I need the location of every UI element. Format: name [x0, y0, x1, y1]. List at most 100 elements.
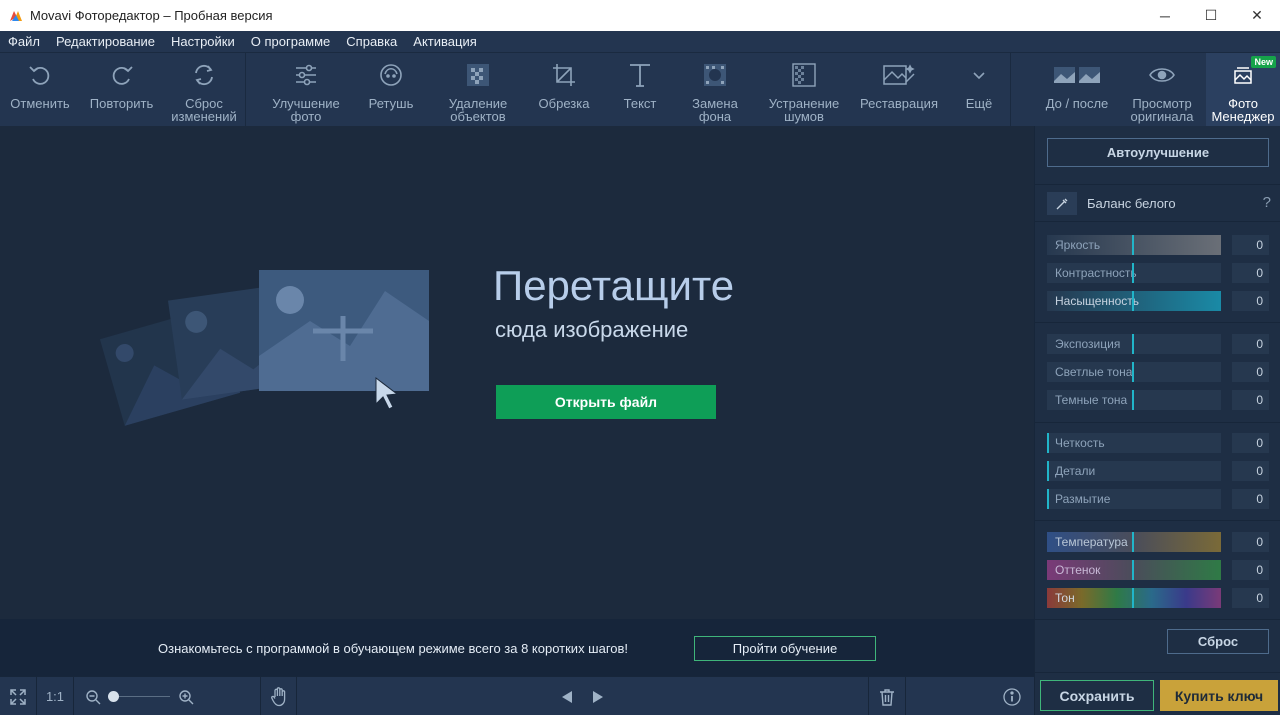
redo-label: Повторить — [89, 96, 154, 111]
eyedropper-icon — [1056, 198, 1068, 209]
menu-file[interactable]: Файл — [0, 31, 48, 52]
fit-screen-icon — [10, 688, 26, 705]
reset-changes-button[interactable]: Сброс изменений — [163, 53, 245, 127]
restore-button[interactable]: Реставрация — [852, 53, 946, 127]
contrast-value[interactable]: 0 — [1232, 263, 1269, 283]
highlights-label: Светлые тона — [1055, 365, 1133, 379]
retouch-face-icon — [380, 64, 402, 86]
zoom-out-button[interactable] — [82, 677, 104, 715]
brightness-value[interactable]: 0 — [1232, 235, 1269, 255]
saturation-value[interactable]: 0 — [1232, 291, 1269, 311]
details-value[interactable]: 0 — [1232, 461, 1269, 481]
blur-value[interactable]: 0 — [1232, 489, 1269, 509]
more-button[interactable]: Ещё — [950, 53, 1008, 127]
brightness-label: Яркость — [1055, 238, 1101, 252]
reset-button[interactable]: Сброс — [1167, 629, 1269, 654]
sliders-icon — [296, 64, 316, 86]
saturation-slider[interactable]: Насыщенность — [1047, 291, 1221, 311]
exposure-slider[interactable]: Экспозиция — [1047, 334, 1221, 354]
zoom-slider-track[interactable] — [113, 696, 170, 697]
auto-enhance-button[interactable]: Автоулучшение — [1047, 138, 1269, 167]
temperature-value[interactable]: 0 — [1232, 532, 1269, 552]
fit-screen-button[interactable] — [0, 677, 36, 715]
buy-key-button[interactable]: Купить ключ — [1160, 680, 1278, 711]
photo-manager-button[interactable]: New Фото Менеджер — [1206, 53, 1280, 127]
hue-label: Тон — [1055, 591, 1075, 605]
hand-tool-button[interactable] — [262, 677, 296, 715]
replace-background-icon — [704, 64, 726, 86]
help-icon[interactable]: ? — [1263, 194, 1271, 211]
triangle-left-icon — [562, 690, 572, 703]
menu-about[interactable]: О программе — [243, 31, 339, 52]
close-button[interactable]: ✕ — [1234, 0, 1280, 31]
zoom-in-button[interactable] — [175, 677, 197, 715]
exposure-label: Экспозиция — [1055, 337, 1121, 351]
open-file-button[interactable]: Открыть файл — [496, 385, 716, 419]
minimize-button[interactable]: ─ — [1142, 0, 1188, 31]
temperature-slider[interactable]: Температура — [1047, 532, 1221, 552]
clarity-label: Четкость — [1055, 436, 1105, 450]
crop-label: Обрезка — [538, 96, 590, 111]
delete-button[interactable] — [869, 677, 905, 715]
menu-help[interactable]: Справка — [338, 31, 405, 52]
redo-button[interactable]: Повторить — [80, 53, 163, 127]
title-bar: Movavi Фоторедактор – Пробная версия ─ ☐… — [0, 0, 1280, 31]
tutorial-text: Ознакомьтесь с программой в обучающем ре… — [158, 641, 629, 656]
clarity-value[interactable]: 0 — [1232, 433, 1269, 453]
save-button[interactable]: Сохранить — [1040, 680, 1154, 711]
highlights-value[interactable]: 0 — [1232, 362, 1269, 382]
shadows-value[interactable]: 0 — [1232, 390, 1269, 410]
replace-background-button[interactable]: Замена фона — [676, 53, 754, 127]
brightness-slider[interactable]: Яркость — [1047, 235, 1221, 255]
info-button[interactable] — [996, 677, 1028, 715]
before-after-button[interactable]: До / после — [1036, 53, 1118, 127]
hue-value[interactable]: 0 — [1232, 588, 1269, 608]
menu-edit[interactable]: Редактирование — [48, 31, 163, 52]
undo-button[interactable]: Отменить — [0, 53, 80, 127]
previous-image-button[interactable] — [556, 677, 578, 715]
enhance-photo-label: Улучшение фото — [272, 96, 340, 124]
remove-objects-button[interactable]: Удаление объектов — [436, 53, 520, 127]
next-image-button[interactable] — [587, 677, 609, 715]
eyedropper-button[interactable] — [1047, 192, 1077, 215]
crop-button[interactable]: Обрезка — [522, 53, 606, 127]
zoom-out-icon — [86, 689, 101, 704]
tint-value[interactable]: 0 — [1232, 560, 1269, 580]
menu-activation[interactable]: Активация — [405, 31, 484, 52]
text-button[interactable]: Текст — [606, 53, 674, 127]
blur-slider[interactable]: Размытие — [1047, 489, 1221, 509]
zoom-in-icon — [179, 689, 194, 704]
maximize-button[interactable]: ☐ — [1188, 0, 1234, 31]
denoise-button[interactable]: Устранение шумов — [756, 53, 852, 127]
retouch-button[interactable]: Ретушь — [350, 53, 432, 127]
zoom-slider-handle[interactable] — [108, 691, 119, 702]
details-slider[interactable]: Детали — [1047, 461, 1221, 481]
adjustments-panel: Автоулучшение Баланс белого ? Яркость 0 … — [1034, 126, 1280, 715]
reset-changes-label: Сброс изменений — [171, 96, 237, 124]
undo-icon — [29, 66, 50, 85]
exposure-value[interactable]: 0 — [1232, 334, 1269, 354]
enhance-photo-button[interactable]: Улучшение фото — [264, 53, 348, 127]
view-original-button[interactable]: Просмотр оригинала — [1120, 53, 1204, 127]
highlights-slider[interactable]: Светлые тона — [1047, 362, 1221, 382]
canvas-area[interactable]: Перетащите сюда изображение Открыть файл — [0, 126, 1034, 619]
saturation-label: Насыщенность — [1055, 294, 1140, 308]
info-icon — [1003, 687, 1021, 706]
hand-icon — [271, 686, 286, 706]
drop-image-illustration — [100, 270, 429, 426]
zoom-one-to-one-button[interactable]: 1:1 — [37, 677, 73, 715]
bottom-bar: 1:1 — [0, 676, 1034, 715]
white-balance-label: Баланс белого — [1087, 196, 1176, 211]
blur-label: Размытие — [1055, 492, 1111, 506]
hue-slider[interactable]: Тон — [1047, 588, 1221, 608]
contrast-slider[interactable]: Контрастность — [1047, 263, 1221, 283]
clarity-slider[interactable]: Четкость — [1047, 433, 1221, 453]
tint-slider[interactable]: Оттенок — [1047, 560, 1221, 580]
shadows-slider[interactable]: Темные тона — [1047, 390, 1221, 410]
start-tutorial-button[interactable]: Пройти обучение — [694, 636, 876, 661]
menu-settings[interactable]: Настройки — [163, 31, 243, 52]
new-badge: New — [1251, 56, 1276, 68]
restore-label: Реставрация — [860, 96, 938, 111]
triangle-right-icon — [593, 690, 603, 703]
drop-title: Перетащите — [493, 262, 735, 309]
